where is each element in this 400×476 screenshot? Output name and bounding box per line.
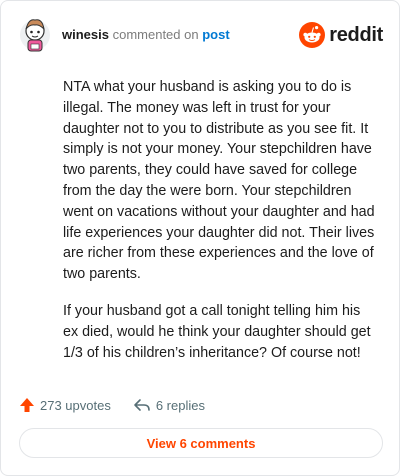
comment-paragraph-1: NTA what your husband is asking you to d… <box>63 79 375 283</box>
comment-body: NTA what your husband is asking you to d… <box>63 77 379 379</box>
comment-header: winesis commented on post reddit <box>19 15 385 55</box>
view-comments-button[interactable]: View 6 comments <box>19 428 383 458</box>
reply-count: 6 replies <box>155 397 205 413</box>
user-avatar[interactable] <box>19 15 53 55</box>
post-link[interactable]: post <box>202 27 229 42</box>
comment-meta: winesis commented on post <box>62 27 230 42</box>
reddit-wordmark: reddit <box>329 23 383 46</box>
reddit-logo[interactable]: reddit <box>299 22 383 48</box>
replies-button[interactable]: 6 replies <box>133 397 205 413</box>
upvote-button[interactable]: 273 upvotes <box>19 397 111 413</box>
avatar-icon <box>20 19 50 52</box>
upvote-arrow-icon <box>20 398 34 412</box>
comment-paragraph-2: If your husband got a call tonight telli… <box>63 302 371 361</box>
comment-card: winesis commented on post reddit NTA wha… <box>0 0 400 476</box>
reply-arrow-icon <box>134 399 150 411</box>
comment-actions: 273 upvotes 6 replies <box>19 395 227 415</box>
username-link[interactable]: winesis <box>62 27 109 42</box>
commented-on-text: commented on <box>112 27 199 42</box>
reddit-alien-icon <box>299 22 326 48</box>
upvote-count: 273 upvotes <box>40 397 111 413</box>
